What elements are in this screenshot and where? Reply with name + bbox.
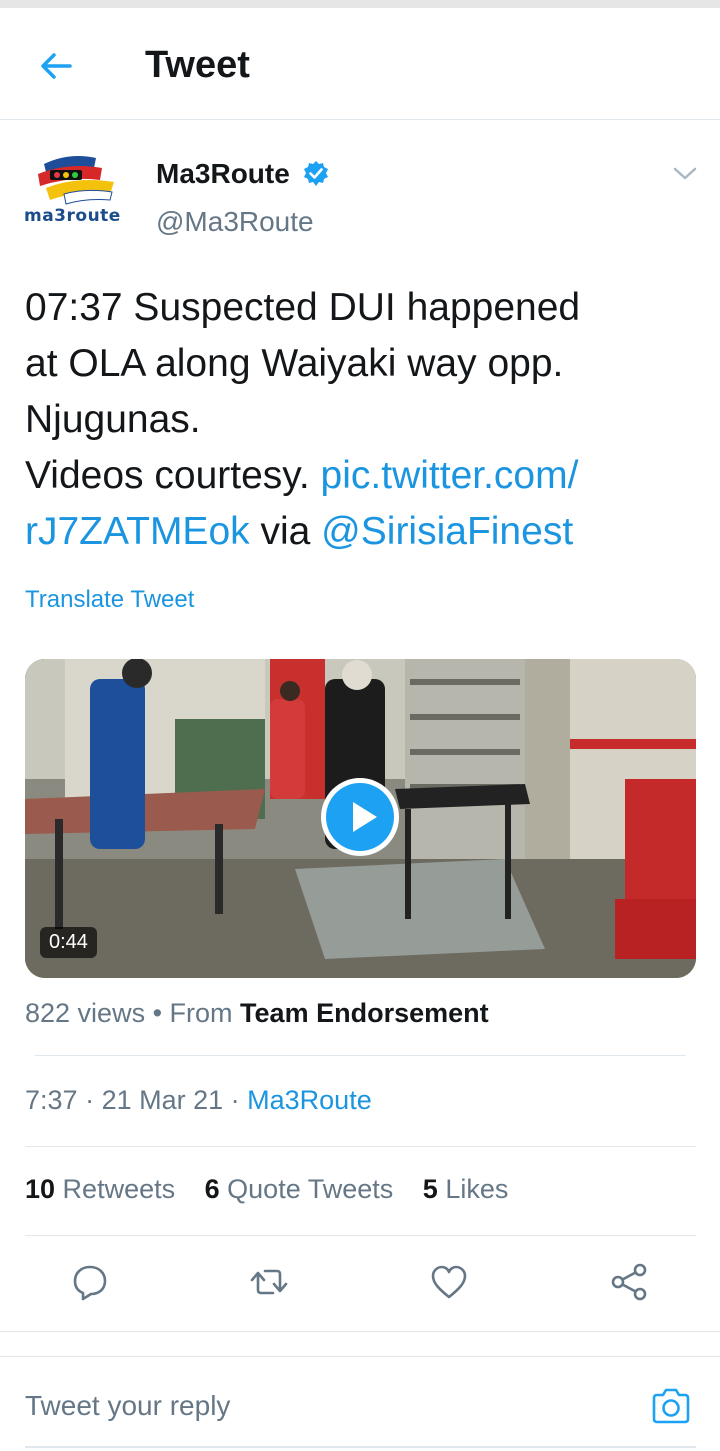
camera-icon[interactable] (650, 1386, 692, 1426)
play-triangle (353, 802, 377, 832)
tweet-meta: 7:37 · 21 Mar 21 · Ma3Route (25, 1085, 372, 1116)
author-handle[interactable]: @Ma3Route (156, 206, 314, 238)
ma3route-logo-icon (38, 156, 114, 205)
tweet-line-text: Videos courtesy. (25, 454, 321, 497)
status-strip (0, 0, 720, 8)
play-icon (326, 783, 394, 851)
play-button[interactable] (321, 778, 399, 856)
section-gap (0, 1332, 720, 1357)
retweets-stat[interactable]: 10 Retweets (25, 1174, 175, 1204)
reply-input[interactable] (25, 1390, 625, 1422)
media-link-continued[interactable]: rJ7ZATMEok (25, 510, 250, 553)
mention-link[interactable]: @SirisiaFinest (321, 510, 573, 553)
view-count: 822 views (25, 998, 146, 1028)
media-link[interactable]: pic.twitter.com/ (321, 454, 579, 497)
reply-icon[interactable] (70, 1262, 110, 1302)
translate-tweet-link[interactable]: Translate Tweet (25, 586, 194, 614)
from-label: From (169, 998, 241, 1028)
divider (35, 1055, 686, 1056)
back-arrow-icon[interactable] (36, 46, 76, 86)
dot-separator: • (145, 998, 170, 1028)
share-icon[interactable] (609, 1262, 649, 1302)
from-source[interactable]: Team Endorsement (240, 998, 489, 1028)
likes-count: 5 (422, 1174, 438, 1204)
tweet-line: 07:37 Suspected DUI happened (25, 286, 581, 329)
input-underline (25, 1446, 696, 1448)
tweet-line: rJ7ZATMEok via @SirisiaFinest (25, 504, 695, 560)
likes-stat[interactable]: 5 Likes (423, 1174, 509, 1204)
avatar-wordmark: ma3route (24, 206, 121, 226)
retweets-label: Retweets (55, 1174, 176, 1204)
retweets-count: 10 (25, 1174, 56, 1204)
tweet-date: 21 Mar 21 (101, 1085, 224, 1115)
quotes-count: 6 (204, 1174, 220, 1204)
page-title: Tweet (145, 44, 250, 86)
engagement-stats: 10 Retweets 6 Quote Tweets 5 Likes (25, 1174, 530, 1205)
tweet-line: at OLA along Waiyaki way opp. (25, 342, 564, 385)
tweet-source[interactable]: Ma3Route (247, 1085, 372, 1115)
via-text: via (249, 510, 322, 553)
tweet-line: Njugunas. (25, 398, 201, 441)
chevron-down-icon[interactable] (672, 164, 698, 184)
divider (25, 1235, 696, 1236)
like-icon[interactable] (429, 1262, 469, 1302)
header: Tweet (0, 8, 720, 120)
avatar[interactable]: ma3route (24, 150, 134, 250)
divider (25, 1146, 696, 1147)
likes-label: Likes (437, 1174, 509, 1204)
meta-separator: · (223, 1085, 248, 1115)
meta-separator: · (77, 1085, 102, 1115)
tweet-text: 07:37 Suspected DUI happened at OLA alon… (25, 280, 695, 560)
verified-icon (304, 161, 328, 186)
retweet-icon[interactable] (249, 1262, 289, 1302)
video-duration: 0:44 (40, 927, 97, 958)
quote-tweets-stat[interactable]: 6 Quote Tweets (205, 1174, 394, 1204)
quotes-label: Quote Tweets (219, 1174, 394, 1204)
author-name[interactable]: Ma3Route (156, 158, 290, 190)
tweet-time: 7:37 (25, 1085, 78, 1115)
video-player[interactable]: 0:44 (25, 659, 696, 978)
tweet-line: Videos courtesy. pic.twitter.com/ (25, 448, 695, 504)
views-row: 822 views • From Team Endorsement (25, 998, 489, 1029)
